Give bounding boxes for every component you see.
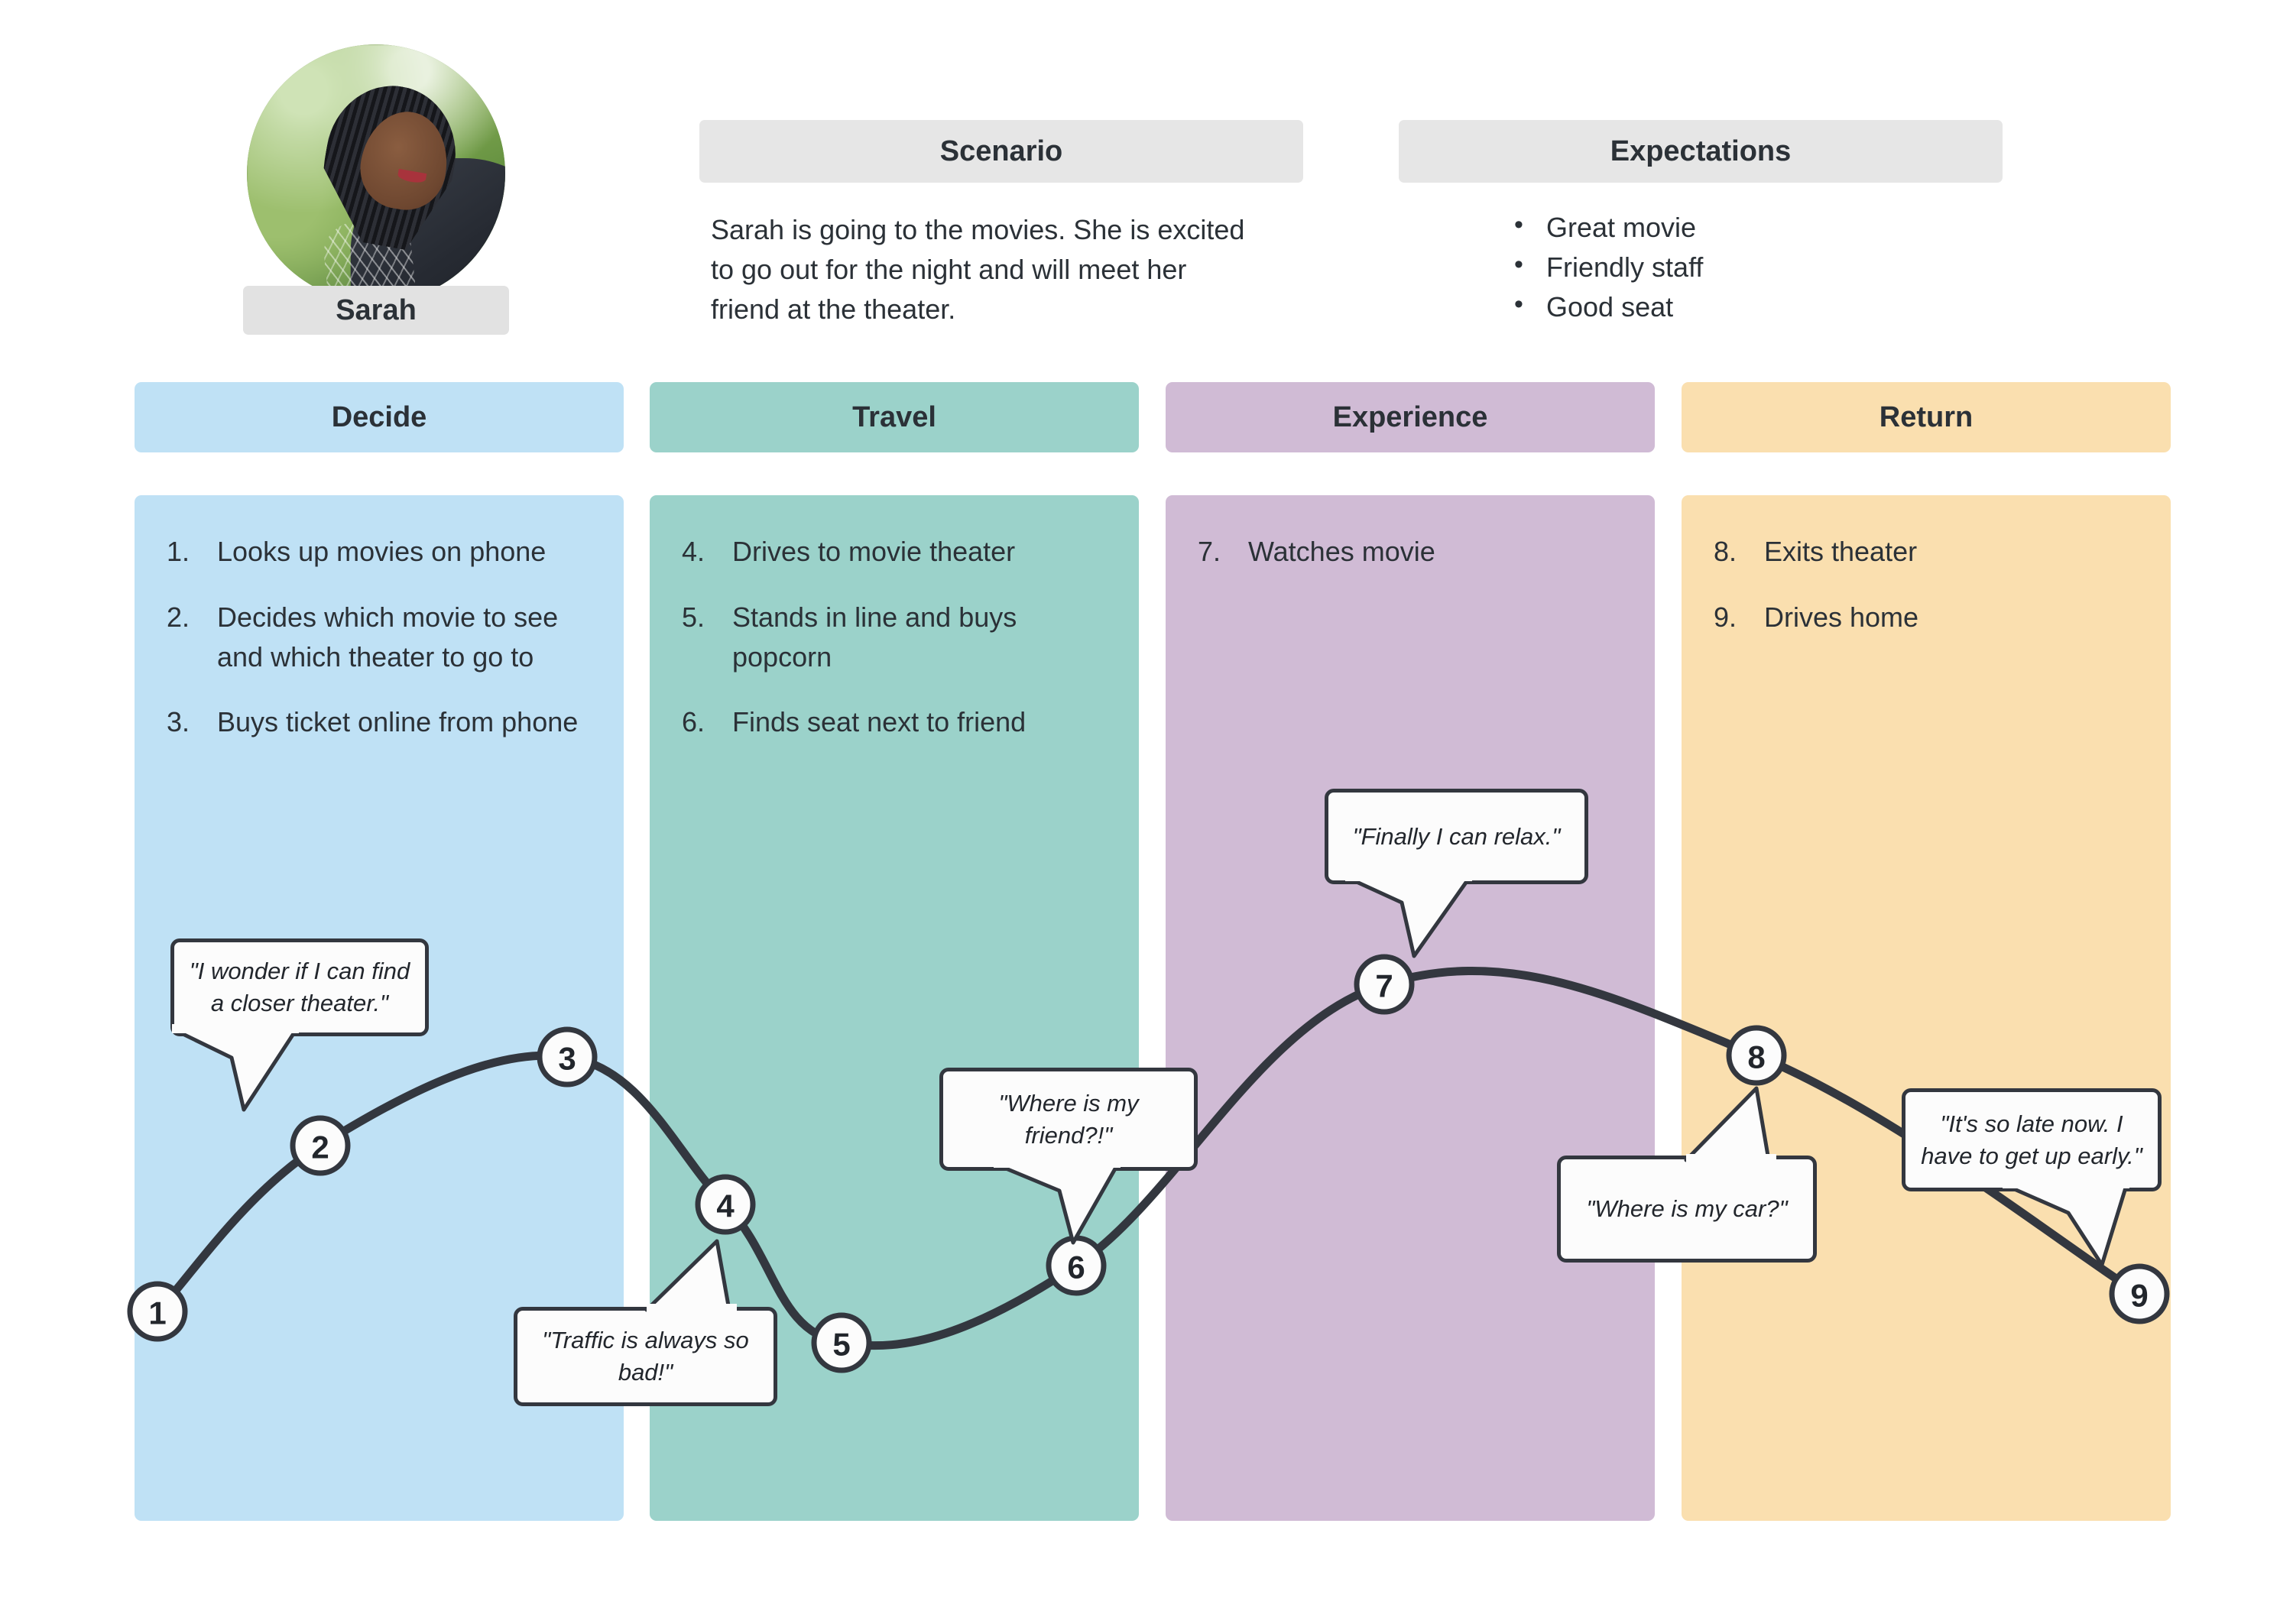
list-item: 6. Finds seat next to friend (682, 702, 1119, 742)
step-text: Exits theater (1764, 536, 1918, 567)
step-number: 4. (682, 536, 705, 567)
expectation-item: Good seat (1514, 286, 1703, 327)
step-number: 1. (167, 536, 190, 567)
step-text: Drives to movie theater (732, 536, 1016, 567)
step-number: 3. (167, 706, 190, 738)
list-item: 7. Watches movie (1198, 532, 1635, 572)
expectations-header: Expectations (1399, 120, 2003, 183)
step-list-return: 8. Exits theater 9. Drives home (1714, 532, 2151, 663)
expectation-item: Great movie (1514, 206, 1703, 248)
step-text: Drives home (1764, 601, 1919, 633)
list-item: 9. Drives home (1714, 598, 2151, 637)
stage-header-travel[interactable]: Travel (650, 382, 1139, 452)
stage-header-decide[interactable]: Decide (135, 382, 624, 452)
step-number: 6. (682, 706, 705, 738)
stage-panel-return: 8. Exits theater 9. Drives home (1682, 495, 2171, 1521)
quote-bubble-3: "Where is my friend?!" (939, 1068, 1198, 1171)
persona-block: Sarah (243, 44, 509, 335)
step-number: 9. (1714, 601, 1737, 633)
stage-header-experience[interactable]: Experience (1166, 382, 1655, 452)
step-list-decide: 1. Looks up movies on phone 2. Decides w… (167, 532, 604, 768)
scenario-header: Scenario (699, 120, 1303, 183)
step-text: Decides which movie to see and which the… (217, 601, 559, 673)
list-item: 5. Stands in line and buys popcorn (682, 598, 1119, 677)
step-number: 8. (1714, 536, 1737, 567)
step-list-experience: 7. Watches movie (1198, 532, 1635, 598)
quote-bubble-6-tail (2003, 1179, 2129, 1267)
list-item: 1. Looks up movies on phone (167, 532, 604, 572)
step-text: Watches movie (1248, 536, 1435, 567)
quote-bubble-4: "Finally I can relax." (1325, 789, 1588, 884)
persona-name-chip: Sarah (243, 286, 509, 335)
quote-bubble-5-tail (1684, 1086, 1776, 1166)
quote-bubble-6: "It's so late now. I have to get up earl… (1902, 1088, 2162, 1191)
list-item: 2. Decides which movie to see and which … (167, 598, 604, 677)
quote-bubble-1: "I wonder if I can find a closer theater… (170, 938, 429, 1036)
list-item: 4. Drives to movie theater (682, 532, 1119, 572)
quote-bubble-2-tail (644, 1239, 737, 1316)
scenario-text: Sarah is going to the movies. She is exc… (711, 214, 1245, 325)
expectations-list: Great movie Friendly staff Good seat (1510, 206, 1704, 327)
step-text: Buys ticket online from phone (217, 706, 579, 738)
avatar (247, 44, 505, 303)
quote-bubble-3-tail (994, 1159, 1121, 1245)
list-item: 8. Exits theater (1714, 532, 2151, 572)
step-list-travel: 4. Drives to movie theater 5. Stands in … (682, 532, 1119, 768)
quote-bubble-4-tail (1345, 872, 1472, 958)
stage-panel-experience: 7. Watches movie (1166, 495, 1655, 1521)
step-text: Looks up movies on phone (217, 536, 546, 567)
step-number: 7. (1198, 536, 1221, 567)
step-number: 2. (167, 601, 190, 633)
expectation-item: Friendly staff (1514, 246, 1704, 287)
stage-header-return[interactable]: Return (1682, 382, 2171, 452)
list-item: 3. Buys ticket online from phone (167, 702, 604, 742)
step-text: Stands in line and buys popcorn (732, 601, 1017, 673)
step-text: Finds seat next to friend (732, 706, 1026, 738)
journey-map-canvas: Sarah Scenario Sarah is going to the mov… (0, 0, 2293, 1624)
quote-bubble-1-tail (172, 1024, 299, 1112)
step-number: 5. (682, 601, 705, 633)
